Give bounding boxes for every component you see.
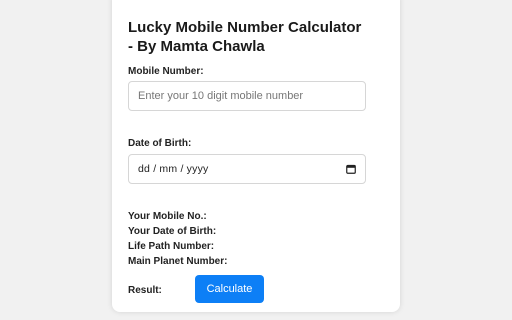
calendar-icon[interactable] <box>346 164 356 174</box>
date-of-birth-input[interactable]: dd / mm / yyyy <box>128 154 366 184</box>
date-of-birth-value: dd / mm / yyyy <box>138 163 209 175</box>
result-label: Result: <box>128 285 162 296</box>
calculate-button[interactable]: Calculate <box>195 275 264 303</box>
main-planet-number-label: Main Planet Number: <box>128 256 228 267</box>
mobile-number-label: Mobile Number: <box>128 66 204 77</box>
page-title: Lucky Mobile Number Calculator - By Mamt… <box>128 18 361 56</box>
title-line-2: - By Mamta Chawla <box>128 38 265 55</box>
title-line-1: Lucky Mobile Number Calculator <box>128 19 362 36</box>
date-of-birth-label: Date of Birth: <box>128 138 192 149</box>
your-mobile-no-label: Your Mobile No.: <box>128 211 207 222</box>
mobile-number-input[interactable]: Enter your 10 digit mobile number <box>128 81 366 111</box>
calculator-card: Lucky Mobile Number Calculator - By Mamt… <box>112 0 400 312</box>
mobile-number-placeholder: Enter your 10 digit mobile number <box>138 90 304 102</box>
your-date-of-birth-label: Your Date of Birth: <box>128 226 217 237</box>
life-path-number-label: Life Path Number: <box>128 241 215 252</box>
